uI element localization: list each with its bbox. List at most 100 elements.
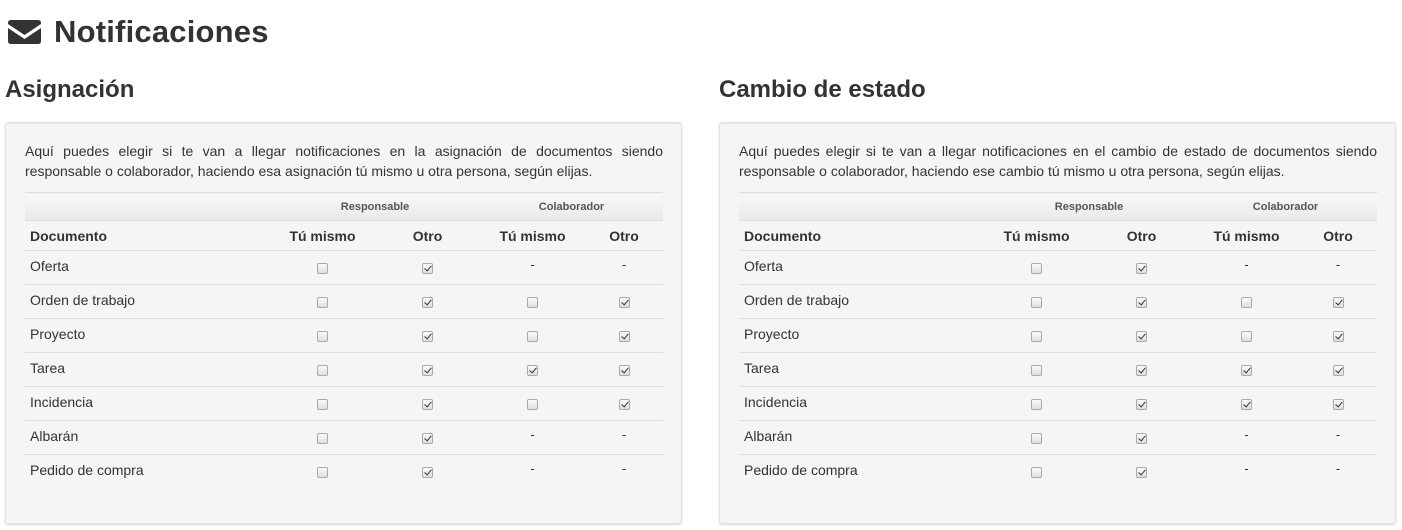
checkbox-checked[interactable]: [422, 263, 433, 275]
table-row: Pedido de compra - -: [25, 454, 663, 488]
checkbox-cell: [480, 386, 585, 421]
checkbox-checked[interactable]: [1332, 297, 1344, 309]
checkbox-unchecked[interactable]: [317, 331, 328, 343]
checkbox-checked[interactable]: [1136, 263, 1147, 275]
not-applicable-dash: -: [530, 256, 535, 272]
document-label: Albarán: [739, 420, 984, 455]
checkbox-checked[interactable]: [422, 433, 433, 445]
checkbox-checked[interactable]: [618, 331, 630, 343]
checkbox-cell: [1089, 386, 1194, 421]
checkbox-checked[interactable]: [422, 399, 433, 411]
checkbox-checked[interactable]: [1332, 365, 1344, 377]
checkbox-unchecked[interactable]: [317, 365, 328, 377]
checkbox-cell: [1089, 284, 1194, 319]
checkbox-checked[interactable]: [1332, 331, 1344, 343]
notifications-table: Responsable Colaborador Documento Tú mis…: [739, 192, 1377, 488]
checkbox-checked[interactable]: [1136, 433, 1147, 445]
checkbox-unchecked[interactable]: [317, 467, 328, 479]
checkbox-unchecked[interactable]: [527, 399, 538, 411]
checkbox-checked[interactable]: [527, 365, 538, 377]
checkbox-cell: [480, 352, 585, 387]
checkbox-checked[interactable]: [1136, 467, 1147, 479]
document-label: Albarán: [25, 420, 270, 455]
checkbox-cell: [375, 454, 480, 488]
checkbox-unchecked[interactable]: [1031, 399, 1042, 411]
checkbox-checked[interactable]: [618, 365, 630, 377]
table-row: Oferta - -: [25, 250, 663, 285]
group-spacer: [739, 192, 984, 221]
checkbox-checked[interactable]: [422, 365, 433, 377]
table-row: Orden de trabajo: [25, 284, 663, 319]
checkbox-unchecked[interactable]: [1031, 331, 1042, 343]
checkbox-unchecked[interactable]: [1031, 263, 1042, 275]
checkbox-cell: [1299, 318, 1377, 353]
group-responsable: Responsable: [984, 192, 1194, 221]
checkbox-unchecked[interactable]: [1031, 365, 1042, 377]
checkbox-cell: [984, 386, 1089, 421]
checkbox-checked[interactable]: [422, 297, 433, 309]
not-applicable-cell: -: [480, 454, 585, 488]
checkbox-cell: [270, 454, 375, 488]
checkbox-checked[interactable]: [618, 297, 630, 309]
checkbox-unchecked[interactable]: [1241, 297, 1252, 309]
not-applicable-cell: -: [585, 420, 663, 455]
not-applicable-cell: -: [585, 250, 663, 285]
column-header-otro: Otro: [1089, 220, 1194, 251]
checkbox-unchecked[interactable]: [317, 399, 328, 411]
checkbox-cell: [984, 284, 1089, 319]
not-applicable-dash: -: [1335, 256, 1341, 272]
checkbox-cell: [1299, 386, 1377, 421]
checkbox-cell: [375, 284, 480, 319]
not-applicable-dash: -: [530, 426, 535, 442]
group-spacer: [25, 192, 270, 221]
document-label: Orden de trabajo: [25, 284, 270, 319]
table-row: Incidencia: [25, 386, 663, 421]
checkbox-unchecked[interactable]: [1031, 433, 1042, 445]
checkbox-unchecked[interactable]: [317, 297, 328, 309]
checkbox-cell: [270, 284, 375, 319]
checkbox-checked[interactable]: [1136, 365, 1147, 377]
checkbox-checked[interactable]: [1136, 399, 1147, 411]
checkbox-checked[interactable]: [1136, 331, 1147, 343]
checkbox-checked[interactable]: [1241, 399, 1252, 411]
column-header-tu-mismo: Tú mismo: [984, 220, 1089, 251]
document-label: Tarea: [739, 352, 984, 387]
column-header-otro: Otro: [375, 220, 480, 251]
checkbox-checked[interactable]: [1332, 399, 1344, 411]
checkbox-cell: [1194, 352, 1299, 387]
checkbox-unchecked[interactable]: [527, 297, 538, 309]
checkbox-cell: [375, 318, 480, 353]
checkbox-checked[interactable]: [1136, 297, 1147, 309]
checkbox-unchecked[interactable]: [1031, 467, 1042, 479]
section-panel: Aquí puedes elegir si te van a llegar no…: [5, 122, 682, 524]
checkbox-checked[interactable]: [1241, 365, 1252, 377]
column-header-tu-mismo: Tú mismo: [480, 220, 585, 251]
document-label: Pedido de compra: [739, 454, 984, 488]
section-cambio-de-estado: Cambio de estado Aquí puedes elegir si t…: [719, 74, 1399, 524]
checkbox-unchecked[interactable]: [527, 331, 538, 343]
not-applicable-cell: -: [585, 454, 663, 488]
checkbox-unchecked[interactable]: [317, 263, 328, 275]
checkbox-cell: [1194, 284, 1299, 319]
table-row: Tarea: [739, 352, 1377, 387]
checkbox-cell: [585, 386, 663, 421]
checkbox-cell: [585, 318, 663, 353]
envelope-icon: [8, 20, 41, 44]
not-applicable-cell: -: [480, 250, 585, 285]
not-applicable-cell: -: [1299, 454, 1377, 488]
checkbox-cell: [270, 386, 375, 421]
document-label: Oferta: [25, 250, 270, 285]
checkbox-cell: [984, 352, 1089, 387]
checkbox-checked[interactable]: [422, 331, 433, 343]
checkbox-cell: [1194, 318, 1299, 353]
checkbox-unchecked[interactable]: [1241, 331, 1252, 343]
checkbox-checked[interactable]: [618, 399, 630, 411]
checkbox-cell: [1089, 318, 1194, 353]
table-row: Tarea: [25, 352, 663, 387]
checkbox-unchecked[interactable]: [317, 433, 328, 445]
checkbox-cell: [375, 420, 480, 455]
checkbox-checked[interactable]: [422, 467, 433, 479]
checkbox-cell: [270, 250, 375, 285]
checkbox-unchecked[interactable]: [1031, 297, 1042, 309]
document-label: Proyecto: [739, 318, 984, 353]
